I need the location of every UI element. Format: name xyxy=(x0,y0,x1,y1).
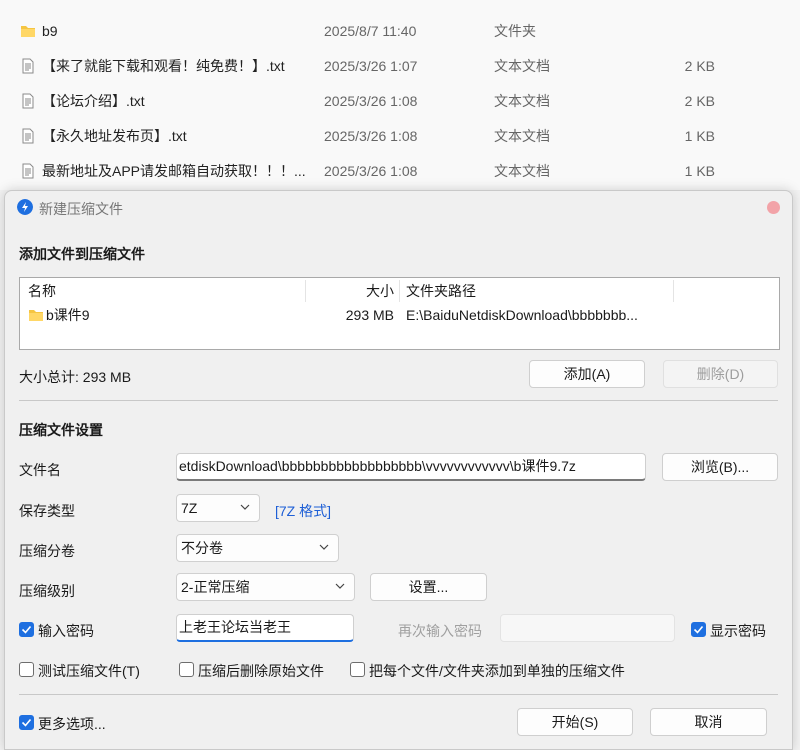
file-type: 文本文档 xyxy=(494,57,550,74)
section-divider xyxy=(19,694,778,695)
file-type: 文本文档 xyxy=(494,92,550,109)
reenter-password-input[interactable] xyxy=(500,614,675,642)
file-date: 2025/3/26 1:07 xyxy=(324,57,418,74)
chevron-down-icon xyxy=(319,544,329,550)
app-logo-icon xyxy=(17,199,33,215)
explorer-file-list: b9 2025/8/7 11:40 文件夹 【来了就能下载和观看！纯免费！】.t… xyxy=(0,0,800,190)
column-header-name[interactable]: 名称 xyxy=(28,278,56,304)
checkmark-icon xyxy=(21,718,32,727)
chevron-down-icon xyxy=(335,583,345,589)
dialog-titlebar[interactable]: 新建压缩文件 xyxy=(5,191,792,223)
file-size: 1 KB xyxy=(684,162,715,179)
file-type: 文本文档 xyxy=(494,162,550,179)
file-date: 2025/3/26 1:08 xyxy=(324,92,418,109)
section-divider xyxy=(19,400,778,401)
password-checkbox-label[interactable]: 输入密码 xyxy=(38,621,94,641)
each-file-separate-label[interactable]: 把每个文件/文件夹添加到单独的压缩文件 xyxy=(369,661,625,681)
password-input[interactable]: 上老王论坛当老王 xyxy=(176,614,354,642)
total-size-label: 大小总计: 293 MB xyxy=(19,369,132,385)
item-size: 293 MB xyxy=(345,307,394,323)
delete-button[interactable]: 删除(D) xyxy=(663,360,778,388)
file-name: 【来了就能下载和观看！纯免费！】.txt xyxy=(42,57,285,74)
file-row[interactable]: 【永久地址发布页】.txt 2025/3/26 1:08 文本文档 1 KB xyxy=(0,118,800,153)
add-files-section-title: 添加文件到压缩文件 xyxy=(19,246,145,262)
text-file-icon xyxy=(22,163,34,178)
start-button[interactable]: 开始(S) xyxy=(517,708,633,736)
text-file-icon xyxy=(22,93,34,108)
level-label: 压缩级别 xyxy=(19,583,75,599)
column-separator[interactable] xyxy=(399,280,400,302)
checkmark-icon xyxy=(21,625,32,634)
text-file-icon xyxy=(22,128,34,143)
save-type-select[interactable]: 7Z xyxy=(176,494,260,522)
show-password-checkbox[interactable] xyxy=(691,622,706,637)
test-archive-checkbox[interactable] xyxy=(19,662,34,677)
file-row[interactable]: 【来了就能下载和观看！纯免费！】.txt 2025/3/26 1:07 文本文档… xyxy=(0,48,800,83)
file-name: 【论坛介绍】.txt xyxy=(42,92,145,109)
file-type: 文件夹 xyxy=(494,22,536,39)
file-size: 2 KB xyxy=(684,57,715,74)
item-path: E:\BaiduNetdiskDownload\bbbbbbb... xyxy=(406,307,638,323)
text-file-icon xyxy=(22,58,34,73)
file-size: 1 KB xyxy=(684,127,715,144)
archive-settings-section-title: 压缩文件设置 xyxy=(19,422,103,438)
file-size: 2 KB xyxy=(684,92,715,109)
save-type-label: 保存类型 xyxy=(19,503,75,519)
new-archive-dialog: 新建压缩文件 添加文件到压缩文件 名称 大小 文件夹路径 b课件9 293 MB… xyxy=(4,190,793,750)
level-value: 2-正常压缩 xyxy=(181,579,250,595)
item-name: b课件9 xyxy=(46,307,90,323)
save-type-value: 7Z xyxy=(181,500,198,516)
folder-icon xyxy=(29,310,43,321)
reenter-password-label: 再次输入密码 xyxy=(398,623,482,639)
file-date: 2025/3/26 1:08 xyxy=(324,162,418,179)
column-header-path[interactable]: 文件夹路径 xyxy=(406,278,476,304)
add-button[interactable]: 添加(A) xyxy=(529,360,645,388)
more-options-checkbox[interactable] xyxy=(19,715,34,730)
more-options-label[interactable]: 更多选项... xyxy=(38,714,106,734)
format-link[interactable]: [7Z 格式] xyxy=(275,501,331,521)
file-date: 2025/3/26 1:08 xyxy=(324,127,418,144)
folder-icon xyxy=(21,25,35,37)
file-row[interactable]: 最新地址及APP请发邮箱自动获取！！！... 2025/3/26 1:08 文本… xyxy=(0,153,800,188)
file-name: b9 xyxy=(42,22,58,39)
file-date: 2025/8/7 11:40 xyxy=(324,22,417,39)
file-row[interactable]: 【论坛介绍】.txt 2025/3/26 1:08 文本文档 2 KB xyxy=(0,83,800,118)
chevron-down-icon xyxy=(240,504,250,510)
show-password-label[interactable]: 显示密码 xyxy=(710,621,766,641)
checkmark-icon xyxy=(693,625,704,634)
column-header-size[interactable]: 大小 xyxy=(306,278,394,304)
filename-label: 文件名 xyxy=(19,462,61,478)
file-name: 最新地址及APP请发邮箱自动获取！！！... xyxy=(42,162,306,179)
close-button[interactable] xyxy=(767,201,780,214)
dialog-title: 新建压缩文件 xyxy=(39,201,123,217)
password-checkbox[interactable] xyxy=(19,622,34,637)
files-listview[interactable]: 名称 大小 文件夹路径 b课件9 293 MB E:\BaiduNetdiskD… xyxy=(19,277,780,350)
filename-input[interactable]: etdiskDownload\bbbbbbbbbbbbbbbbbb\vvvvvv… xyxy=(176,453,646,481)
split-select[interactable]: 不分卷 xyxy=(176,534,339,562)
level-select[interactable]: 2-正常压缩 xyxy=(176,573,355,601)
each-file-separate-checkbox[interactable] xyxy=(350,662,365,677)
browse-button[interactable]: 浏览(B)... xyxy=(662,453,778,481)
column-separator[interactable] xyxy=(673,280,674,302)
split-value: 不分卷 xyxy=(181,540,223,556)
split-label: 压缩分卷 xyxy=(19,543,75,559)
delete-after-checkbox[interactable] xyxy=(179,662,194,677)
file-type: 文本文档 xyxy=(494,127,550,144)
file-row[interactable]: b9 2025/8/7 11:40 文件夹 xyxy=(0,13,800,48)
delete-after-label[interactable]: 压缩后删除原始文件 xyxy=(198,661,324,681)
test-archive-label[interactable]: 测试压缩文件(T) xyxy=(38,661,140,681)
level-settings-button[interactable]: 设置... xyxy=(370,573,487,601)
cancel-button[interactable]: 取消 xyxy=(650,708,767,736)
file-name: 【永久地址发布页】.txt xyxy=(42,127,187,144)
